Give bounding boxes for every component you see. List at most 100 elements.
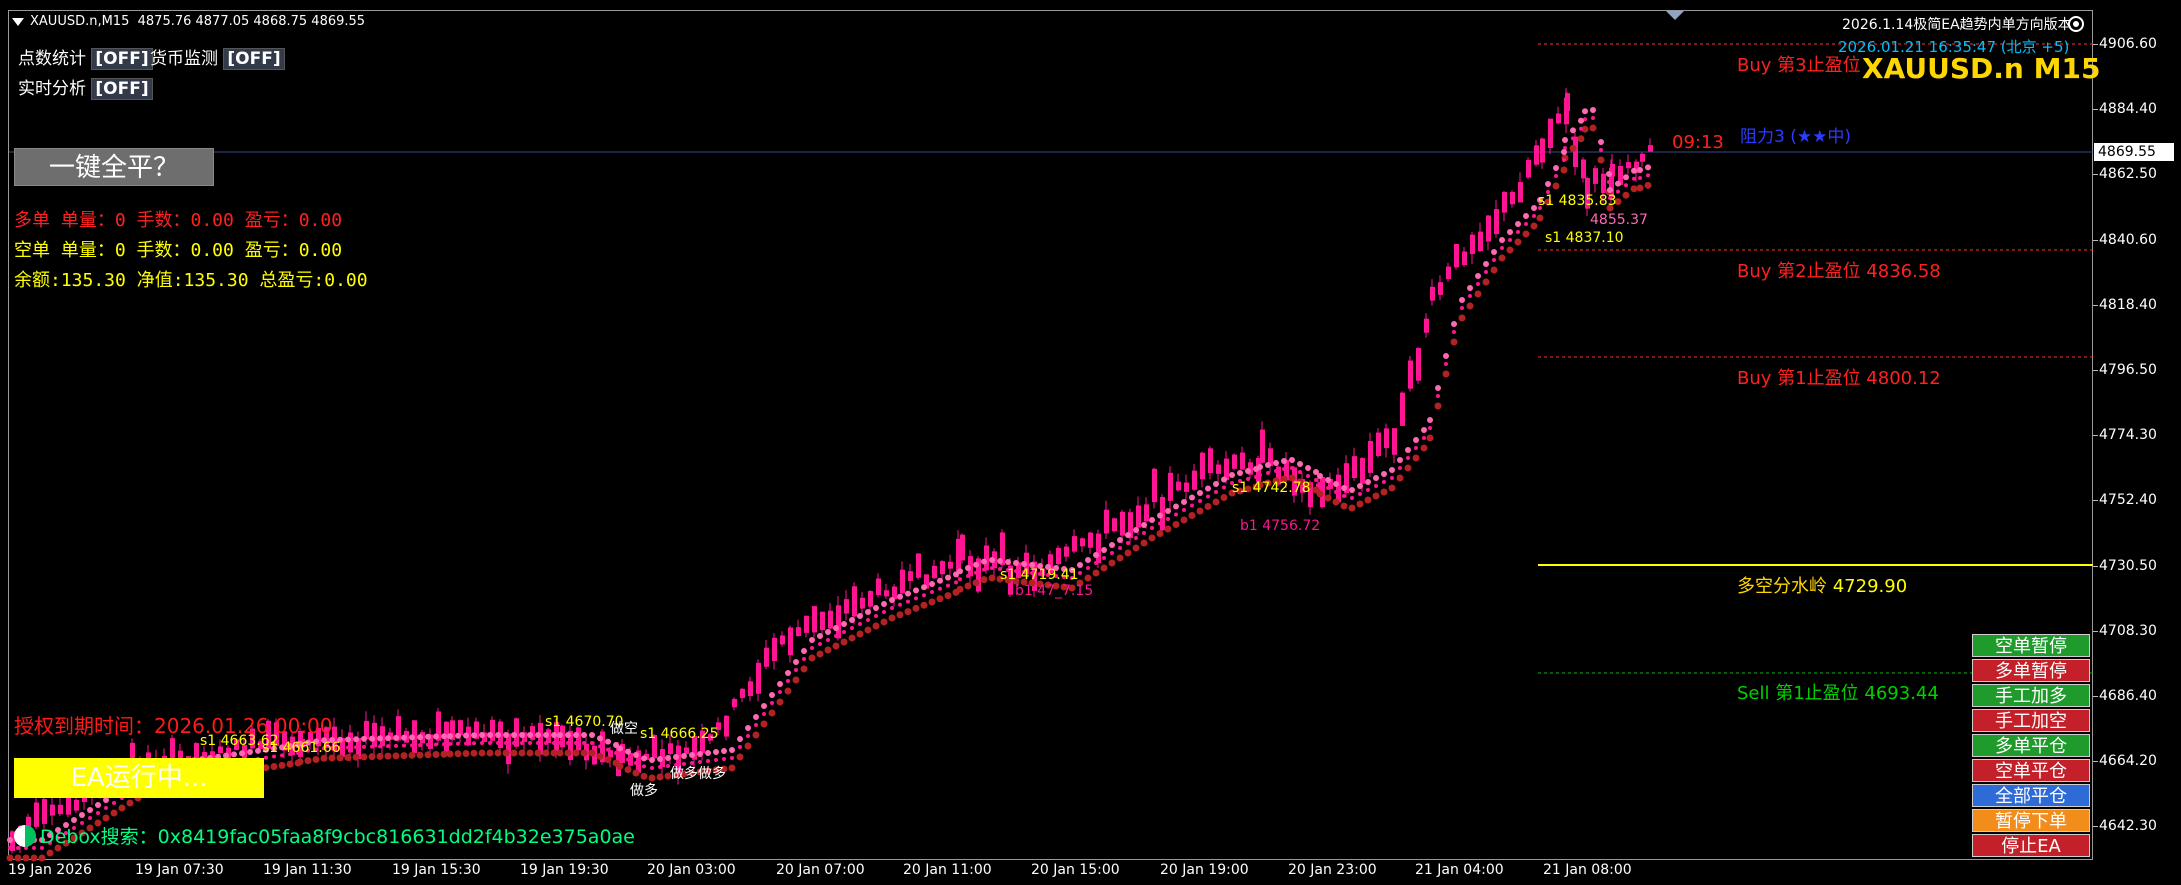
panel-button[interactable]: 全部平仓 — [1972, 784, 2090, 807]
ma-slow-dot — [1577, 135, 1585, 143]
realtime-analysis-state[interactable]: [OFF] — [91, 78, 153, 100]
trade-mark: 做空 — [610, 721, 638, 737]
ma-mid-dot — [626, 757, 630, 762]
ma-slow-dot — [1364, 496, 1372, 504]
ma-mid-dot — [906, 599, 910, 604]
y-tick-mark — [2093, 109, 2098, 111]
ma-mid-dot — [930, 590, 934, 594]
panel-button[interactable]: 多单暂停 — [1972, 659, 2090, 682]
ma-slow-dot — [752, 731, 760, 739]
ma-mid-dot — [480, 741, 484, 745]
candle-body — [1240, 452, 1245, 470]
ma-fast-dot — [1149, 517, 1155, 523]
ma-fast-dot — [557, 732, 563, 738]
currency-watch-toggle[interactable]: 货币监测 [OFF] — [150, 44, 285, 70]
ma-mid-dot — [946, 583, 950, 588]
price-chart[interactable]: s1 4835.83 s1 4837.10 4855.37 s1 4742.78 b1 … — [0, 0, 2181, 885]
ma-fast-dot — [1606, 171, 1612, 177]
ma-mid-dot — [264, 755, 268, 760]
ma-slow-dot — [656, 773, 664, 781]
ma-fast-dot — [801, 648, 807, 654]
settings-icon[interactable] — [2068, 16, 2084, 32]
ma-mid-dot — [966, 574, 970, 578]
panel-button[interactable]: 多单平仓 — [1972, 734, 2090, 757]
ma-slow-dot — [896, 611, 904, 619]
points-stat-state[interactable]: [OFF] — [91, 48, 153, 70]
ma-mid-dot — [96, 811, 100, 815]
panel-button[interactable]: 停止EA — [1972, 834, 2090, 857]
ma-fast-dot — [1637, 167, 1643, 173]
ma-fast-dot — [673, 754, 679, 760]
ma-slow-dot — [912, 604, 920, 612]
close-all-button[interactable]: 一键全平？ — [14, 148, 214, 186]
dropdown-icon[interactable] — [12, 17, 24, 26]
panel-button[interactable]: 手工加空 — [1972, 709, 2090, 732]
ma-fast-dot — [1221, 476, 1227, 483]
ma-fast-dot — [369, 735, 375, 742]
y-tick-label: 4884.40 — [2099, 101, 2157, 118]
ma-fast-dot — [551, 732, 557, 738]
ma-slow-dot — [872, 622, 880, 630]
ma-slow-dot — [768, 709, 776, 717]
ma-fast-dot — [239, 750, 245, 757]
y-tick-label: 4730.50 — [2099, 557, 2157, 574]
trade-mark: 4855.37 — [1590, 212, 1648, 228]
ma-fast-dot — [353, 736, 359, 743]
currency-watch-state[interactable]: [OFF] — [223, 48, 285, 70]
ma-slow-dot — [1356, 500, 1364, 508]
ma-mid-dot — [1484, 270, 1488, 274]
ma-fast-dot — [1561, 149, 1567, 155]
candle-body — [788, 627, 793, 656]
candle-body — [58, 804, 63, 815]
ma-mid-dot — [472, 741, 476, 746]
ma-slow-dot — [760, 720, 768, 728]
ma-fast-dot — [761, 703, 767, 709]
ma-fast-dot — [857, 613, 863, 619]
ma-fast-dot — [777, 681, 783, 687]
ma-slow-dot — [648, 774, 656, 782]
panel-button[interactable]: 空单平仓 — [1972, 759, 2090, 782]
ma-mid-dot — [770, 701, 774, 705]
ma-slow-dot — [1536, 214, 1544, 222]
panel-button[interactable]: 手工加多 — [1972, 684, 2090, 707]
ma-mid-dot — [958, 577, 962, 582]
realtime-analysis-toggle[interactable]: 实时分析 [OFF] — [18, 74, 153, 100]
candle-body — [1593, 168, 1598, 184]
shift-marker-icon[interactable] — [1666, 11, 1684, 20]
panel-button[interactable]: 空单暂停 — [1972, 634, 2090, 657]
candle-body — [1494, 209, 1499, 235]
ma-fast-dot — [447, 733, 453, 739]
ma-mid-dot — [1314, 478, 1318, 482]
ma-mid-dot — [1126, 541, 1130, 545]
ma-mid-dot — [1318, 482, 1322, 486]
ma-slow-dot — [1348, 504, 1356, 512]
x-tick-label: 19 Jan 15:30 — [392, 862, 481, 878]
ma-fast-dot — [1507, 229, 1513, 235]
ma-fast-dot — [511, 732, 517, 738]
ma-mid-dot — [810, 646, 814, 650]
ma-fast-dot — [997, 558, 1003, 564]
ma-mid-dot — [1524, 222, 1528, 226]
ma-slow-dot — [30, 854, 38, 862]
candle-body — [1192, 470, 1197, 490]
panel-button[interactable]: 暂停下单 — [1972, 809, 2090, 832]
ma-fast-dot — [1545, 181, 1551, 187]
ma-fast-dot — [1101, 547, 1107, 553]
ma-slow-dot — [1420, 444, 1428, 452]
y-tick-mark — [2093, 44, 2098, 45]
ma-slow-dot — [1426, 434, 1434, 442]
ma-mid-dot — [1214, 490, 1218, 494]
ma-mid-dot — [818, 642, 822, 646]
ma-fast-dot — [1483, 261, 1489, 267]
candle-body — [668, 743, 673, 755]
points-stat-toggle[interactable]: 点数统计 [OFF] — [18, 44, 153, 70]
ma-slow-dot — [1552, 182, 1560, 190]
ma-fast-dot — [433, 733, 439, 740]
ma-mid-dot — [112, 801, 116, 805]
ma-slow-dot — [22, 854, 30, 862]
ma-slow-dot — [864, 626, 872, 634]
ma-slow-dot — [1324, 494, 1332, 502]
candle-body — [1400, 392, 1405, 426]
ma-mid-dot — [1110, 551, 1114, 555]
ma-slow-dot — [384, 752, 392, 760]
